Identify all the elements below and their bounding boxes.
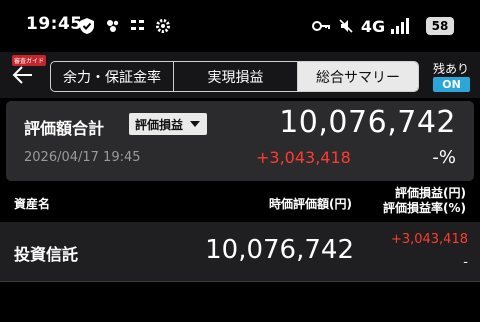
- total-profit: +3,043,418: [256, 148, 351, 167]
- empty-area: [0, 283, 480, 322]
- tab-margin-ratio[interactable]: 余力・保証金率: [51, 62, 174, 91]
- metric-dropdown-value: 評価損益: [135, 117, 184, 132]
- back-arrow-icon[interactable]: [12, 65, 38, 87]
- header-profit-amount: 評価損益(円): [395, 186, 466, 200]
- balance-filter-toggle[interactable]: ON: [433, 77, 470, 92]
- network-type: 4G: [360, 16, 386, 36]
- table-header: 資産名 時価評価額(円) 評価損益(円) 評価損益率(%): [0, 183, 480, 221]
- total-valuation: 10,076,742: [279, 105, 456, 140]
- summary-title: 評価額合計: [24, 119, 105, 138]
- asset-profit-rate: -: [463, 255, 468, 270]
- table-row[interactable]: 投資信託 10,076,742 +3,043,418 -: [0, 222, 480, 282]
- tab-realized-pnl[interactable]: 実現損益: [174, 62, 298, 91]
- signal-icon: [389, 16, 411, 36]
- asset-market-value: 10,076,742: [205, 235, 354, 265]
- summary-timestamp: 2026/04/17 19:45: [24, 150, 141, 165]
- metric-dropdown[interactable]: 評価損益: [129, 113, 207, 135]
- summary-card: 評価額合計 評価損益 10,076,742 2026/04/17 19:45 +…: [6, 101, 474, 181]
- brand-logo-icon: [128, 16, 148, 36]
- header-profit: 評価損益(円) 評価損益率(%): [383, 186, 466, 216]
- top-navigation: 審査ガイド 余力・保証金率 実現損益 総合サマリー 残あり ON: [0, 52, 480, 98]
- balance-filter-label: 残あり: [432, 62, 469, 76]
- asset-name: 投資信託: [14, 245, 79, 264]
- shield-check-icon: [78, 16, 96, 36]
- header-profit-rate: 評価損益率(%): [383, 201, 466, 215]
- segment-tabs: 余力・保証金率 実現損益 総合サマリー: [50, 61, 419, 92]
- chevron-down-icon: [190, 121, 200, 127]
- gear-icon: [154, 16, 172, 36]
- status-bar: 19:45 4G 58: [0, 0, 480, 52]
- key-icon: [311, 16, 331, 36]
- header-market-value: 時価評価額(円): [269, 197, 352, 211]
- pinwheel-icon: [104, 16, 122, 36]
- clock: 19:45: [26, 14, 83, 34]
- tab-overall-summary[interactable]: 総合サマリー: [298, 62, 418, 91]
- header-asset-name: 資産名: [14, 197, 51, 211]
- mute-icon: [337, 16, 355, 36]
- total-profit-rate: -%: [432, 147, 456, 168]
- asset-profit: +3,043,418: [390, 232, 468, 247]
- battery-icon: 58: [426, 17, 454, 35]
